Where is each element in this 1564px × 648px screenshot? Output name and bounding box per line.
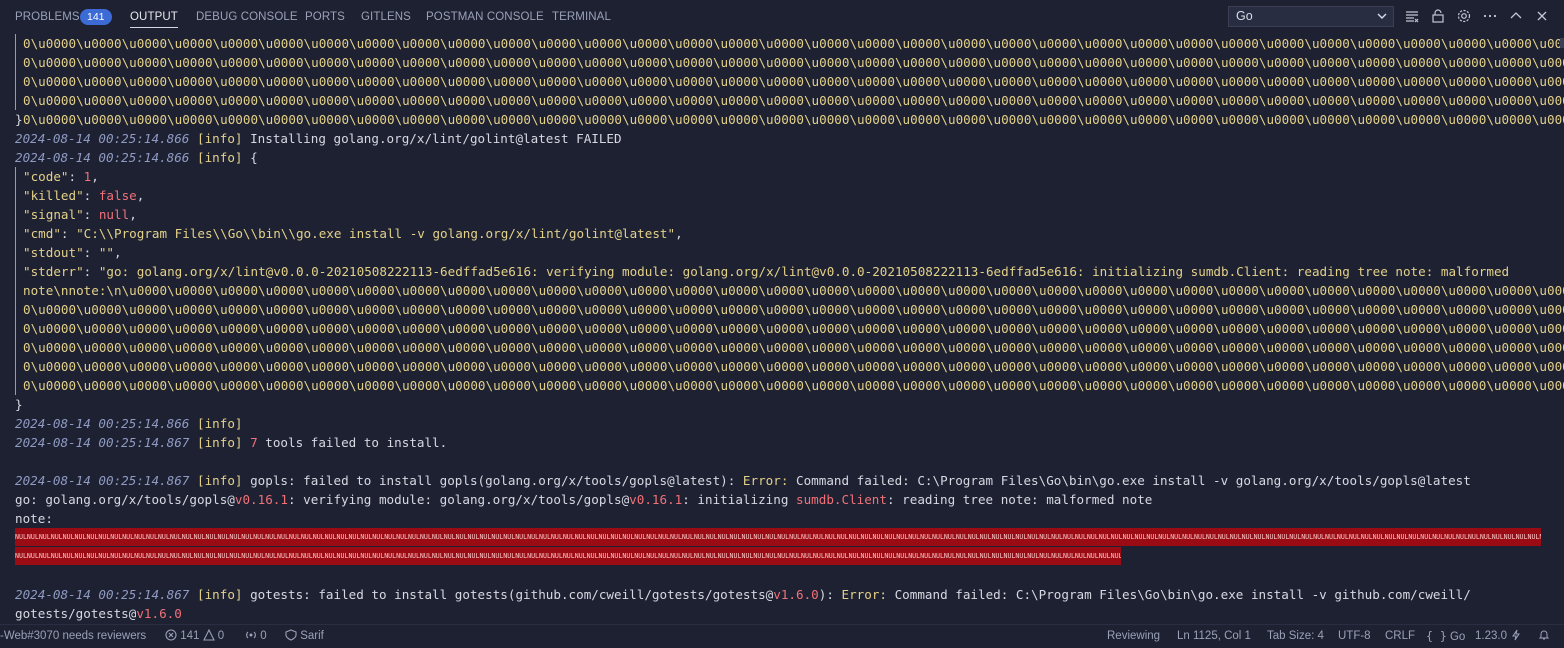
log-line: 2024-08-14 00:25:14.867 [info] 7 tools f… [15,435,448,450]
log-line: "cmd": "C:\\Program Files\\Go\\bin\\go.e… [23,226,683,241]
braces-icon: { } [1426,629,1447,643]
tab-postman-console[interactable]: POSTMAN CONSOLE [426,0,544,34]
log-line: 2024-08-14 00:25:14.866 [info] Installin… [15,131,622,146]
warning-count: 0 [217,630,225,642]
log-line: 0\u0000\u0000\u0000\u0000\u0000\u0000\u0… [23,359,1564,374]
error-icon [165,629,177,641]
log-line: "killed": false, [23,188,145,203]
log-line: "code": 1, [23,169,99,184]
cursor-position-label: Ln 1125, Col 1 [1177,630,1251,642]
tab-ports-label: PORTS [305,11,345,23]
log-line: "stdout": "", [23,245,122,260]
reviewing-status[interactable]: Reviewing [1107,625,1160,648]
tab-output[interactable]: OUTPUT [130,0,178,34]
tab-ports[interactable]: PORTS [305,0,345,34]
pull-request-label: -Web#3070 needs reviewers [0,630,147,642]
lightning-icon [1512,629,1521,641]
log-line: 0\u0000\u0000\u0000\u0000\u0000\u0000\u0… [23,36,1564,51]
encoding-label: UTF-8 [1338,630,1371,642]
log-line: 2024-08-14 00:25:14.866 [info] { [15,150,258,165]
log-line: 2024-08-14 00:25:14.867 [info] gotests: … [15,587,1471,602]
tab-postman-console-label: POSTMAN CONSOLE [426,11,544,23]
log-line: "signal": null, [23,207,137,222]
log-line: 2024-08-14 00:25:14.867 [info] gopls: fa… [15,473,1471,488]
warning-icon [202,628,215,641]
gear-icon[interactable] [1456,8,1472,24]
tab-size-label: Tab Size: 4 [1267,630,1324,642]
pull-request-status[interactable]: -Web#3070 needs reviewers [0,625,146,648]
bell-icon [1538,630,1550,640]
chevron-up-icon[interactable] [1508,8,1524,24]
broadcast-icon [246,631,256,639]
go-version-status[interactable]: 1.23.0 [1475,625,1522,648]
tab-problems-label: PROBLEMS [15,11,80,23]
output-log[interactable]: 0\u0000\u0000\u0000\u0000\u0000\u0000\u0… [0,34,1564,624]
log-line: } [15,112,23,127]
filter-lines-icon[interactable] [1404,8,1420,24]
nul-characters-row: NULNULNULNULNULNULNULNULNULNULNULNULNULN… [15,528,1541,546]
log-line: "stderr": "go: golang.org/x/lint@v0.0.0-… [23,264,1510,279]
block-indent-guide [15,167,16,395]
log-line: gotests/gotests@v1.6.0 [15,606,182,621]
eol-label: CRLF [1385,630,1416,642]
error-count: 141 [180,630,200,642]
block-indent-guide [15,34,16,110]
ellipsis-icon[interactable] [1482,8,1498,24]
output-channel-select[interactable]: Go [1228,6,1394,27]
nul-characters-row: NULNULNULNULNULNULNULNULNULNULNULNULNULN… [15,547,1121,565]
ports-status[interactable]: 0 [245,625,267,648]
output-channel-value: Go [1236,9,1253,23]
log-line: note\nnote:\n\u0000\u0000\u0000\u0000\u0… [23,283,1564,298]
tab-terminal[interactable]: TERMINAL [552,0,611,34]
tab-size-status[interactable]: Tab Size: 4 [1267,625,1324,648]
close-icon[interactable] [1534,8,1550,24]
eol-status[interactable]: CRLF [1385,625,1415,648]
language-mode-status[interactable]: { } Go [1426,625,1465,648]
log-line: 0\u0000\u0000\u0000\u0000\u0000\u0000\u0… [23,340,1564,355]
problems-status[interactable]: 141 0 [165,625,224,648]
log-line: go: golang.org/x/tools/gopls@v0.16.1: ve… [15,492,1153,507]
output-scrollbar[interactable] [1550,34,1564,624]
log-line: 0\u0000\u0000\u0000\u0000\u0000\u0000\u0… [23,93,1564,108]
tab-output-label: OUTPUT [130,11,178,23]
tab-debug-console[interactable]: DEBUG CONSOLE [196,0,298,34]
cursor-position[interactable]: Ln 1125, Col 1 [1177,625,1251,648]
tab-debug-console-label: DEBUG CONSOLE [196,11,298,23]
tab-terminal-label: TERMINAL [552,11,611,23]
shield-icon [285,629,297,641]
ports-count: 0 [260,630,267,642]
problems-count-badge: 141 [80,9,112,25]
panel-tab-bar: PROBLEMS 141 OUTPUT DEBUG CONSOLE PORTS … [0,0,1564,34]
log-line: 2024-08-14 00:25:14.866 [info] [15,416,243,431]
log-line: 0\u0000\u0000\u0000\u0000\u0000\u0000\u0… [23,378,1564,393]
tab-problems[interactable]: PROBLEMS [15,0,80,34]
log-line: 0\u0000\u0000\u0000\u0000\u0000\u0000\u0… [23,302,1564,317]
tab-gitlens[interactable]: GITLENS [361,0,411,34]
sarif-status[interactable]: Sarif [285,625,324,648]
log-line: 0\u0000\u0000\u0000\u0000\u0000\u0000\u0… [23,112,1564,127]
log-line: 0\u0000\u0000\u0000\u0000\u0000\u0000\u0… [23,55,1564,70]
log-line: 0\u0000\u0000\u0000\u0000\u0000\u0000\u0… [23,74,1564,89]
sarif-label: Sarif [300,630,324,642]
tab-gitlens-label: GITLENS [361,11,411,23]
go-version-label: 1.23.0 [1475,630,1507,642]
reviewing-label: Reviewing [1107,630,1161,642]
log-line: note: [15,511,53,526]
chevron-down-icon [1377,13,1387,19]
language-label: Go [1449,631,1466,643]
encoding-status[interactable]: UTF-8 [1338,625,1371,648]
log-line: } [15,397,23,412]
log-line: 0\u0000\u0000\u0000\u0000\u0000\u0000\u0… [23,321,1564,336]
lock-icon[interactable] [1430,8,1446,24]
status-bar: -Web#3070 needs reviewers 141 0 0 Sarif … [0,624,1564,648]
notifications-status[interactable] [1538,625,1550,648]
